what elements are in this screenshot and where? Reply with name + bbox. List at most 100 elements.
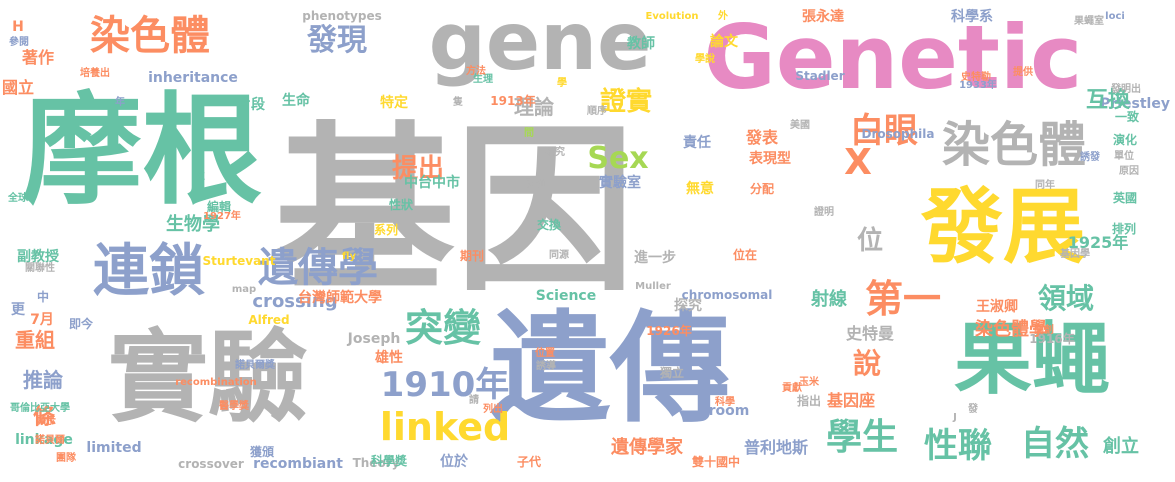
word-71: 論文: [710, 34, 738, 50]
word-90: 交換: [536, 218, 562, 232]
word-146: 醫學獎: [219, 401, 249, 412]
word-69: 張永達: [802, 9, 844, 25]
word-58: Drosophila: [861, 127, 935, 141]
word-68: H: [12, 19, 24, 35]
word-126: 外: [718, 11, 728, 22]
word-65: 7月: [30, 312, 54, 328]
word-154: 發: [968, 404, 978, 415]
word-8: 連鎖: [93, 239, 205, 304]
word-149: 果蠅室: [1074, 16, 1104, 27]
word-101: Muller: [635, 281, 671, 292]
word-135: 哥倫比亞大學: [10, 403, 70, 414]
word-1: 摩根: [22, 82, 262, 221]
word-76: 系列: [373, 223, 399, 237]
word-93: 進一步: [634, 250, 676, 266]
word-153: 請: [469, 395, 479, 406]
word-19: 自然: [1021, 424, 1089, 464]
word-123: 學說: [695, 54, 715, 65]
word-82: 期刊: [459, 249, 485, 263]
word-143: 貢獻: [782, 383, 802, 394]
word-84: 1913年: [490, 94, 536, 108]
word-73: 生命: [282, 93, 310, 109]
word-130: 1933年: [959, 80, 997, 91]
word-80: 子代: [516, 455, 542, 469]
word-74: 片段: [237, 97, 265, 113]
word-cloud: 基因 摩根 遺傳 實驗 Genetic gene 發展 果蠅 連鎖 染色體 染色體 遺傳學 1910年 l…: [0, 0, 1175, 482]
word-100: Alfred: [248, 313, 290, 327]
word-5: gene: [428, 0, 652, 88]
word-49: 責任: [683, 135, 711, 151]
word-61: crossover: [178, 457, 244, 471]
word-50: 表現型: [749, 151, 791, 167]
word-156: 年: [115, 97, 125, 108]
word-117: 一致: [1114, 110, 1140, 124]
word-23: X: [844, 142, 872, 183]
word-57: phenotypes: [302, 9, 382, 23]
word-44: 台灣師範大學: [298, 290, 382, 306]
word-77: 性狀: [388, 198, 414, 212]
word-107: limited: [86, 440, 142, 456]
word-118: 關聯性: [25, 263, 55, 274]
word-120: 誘導: [536, 361, 556, 372]
word-111: 全球: [8, 193, 28, 204]
word-34: 史特曼: [845, 324, 895, 343]
word-148: 基因學: [1060, 249, 1090, 260]
word-15: 第一: [864, 277, 942, 321]
word-78: 位於: [440, 454, 468, 470]
word-151: 諾貝爾: [35, 435, 65, 446]
word-24: 位: [856, 226, 884, 256]
word-66: 副教授: [17, 249, 59, 265]
word-140: 位置: [535, 348, 555, 359]
word-14: 突變: [404, 306, 482, 350]
word-115: 單位: [1114, 151, 1134, 162]
word-133: 團隊: [56, 453, 76, 464]
word-155: 學: [557, 78, 567, 89]
word-141: 科學: [715, 397, 735, 408]
word-51: 發表: [745, 128, 779, 147]
word-48: Science: [535, 288, 597, 304]
word-83: 1926年: [646, 324, 692, 338]
word-2: 遺傳: [490, 300, 730, 439]
word-122: 證明: [814, 207, 834, 218]
word-62: recombiant: [253, 456, 343, 472]
word-46: 雄性: [375, 350, 403, 366]
word-27: 說: [852, 347, 882, 380]
word-54: 分配: [749, 182, 775, 196]
word-79: 雙十國中: [691, 455, 741, 469]
word-109: 中: [36, 290, 50, 304]
word-132: 美國: [790, 120, 810, 131]
word-96: 隻: [453, 97, 463, 108]
word-152: 1927年: [203, 211, 241, 222]
word-134: 提供: [1013, 67, 1033, 78]
word-136: 顯示: [36, 416, 56, 427]
word-11: 遺傳學: [258, 245, 378, 291]
word-10: 染色體: [90, 13, 210, 59]
word-67: 國立: [1, 78, 35, 97]
word-131: 發明出: [1111, 84, 1141, 95]
word-113: 順序: [587, 106, 607, 117]
word-121: 列出: [483, 404, 503, 415]
word-114: 演化: [1112, 133, 1138, 147]
word-144: 引領: [525, 179, 545, 190]
word-60: chromosomal: [681, 288, 773, 302]
word-147: 誘發: [1080, 152, 1100, 163]
word-18: 性聯: [924, 426, 992, 466]
word-38: 重組: [15, 328, 55, 352]
word-127: 參閱: [9, 37, 29, 48]
word-22: Sex: [587, 141, 649, 176]
word-21: 領域: [1037, 282, 1095, 315]
word-45: 中台中市: [404, 175, 460, 191]
word-41: 普利地斯: [743, 438, 809, 457]
word-150: 諾貝爾獎: [235, 360, 275, 371]
word-17: 學生: [825, 417, 899, 458]
word-145: 開創: [1034, 325, 1054, 336]
word-72: 特定: [380, 95, 408, 111]
word-37: 推論: [23, 368, 63, 392]
word-55: Joseph: [347, 331, 401, 347]
word-142: 玉米: [799, 377, 819, 388]
word-42: 創立: [1103, 436, 1139, 457]
word-56: inheritance: [148, 70, 238, 86]
word-112: 次: [195, 171, 205, 182]
word-102: Sturtevant: [202, 254, 276, 268]
word-106: fly: [342, 251, 356, 262]
